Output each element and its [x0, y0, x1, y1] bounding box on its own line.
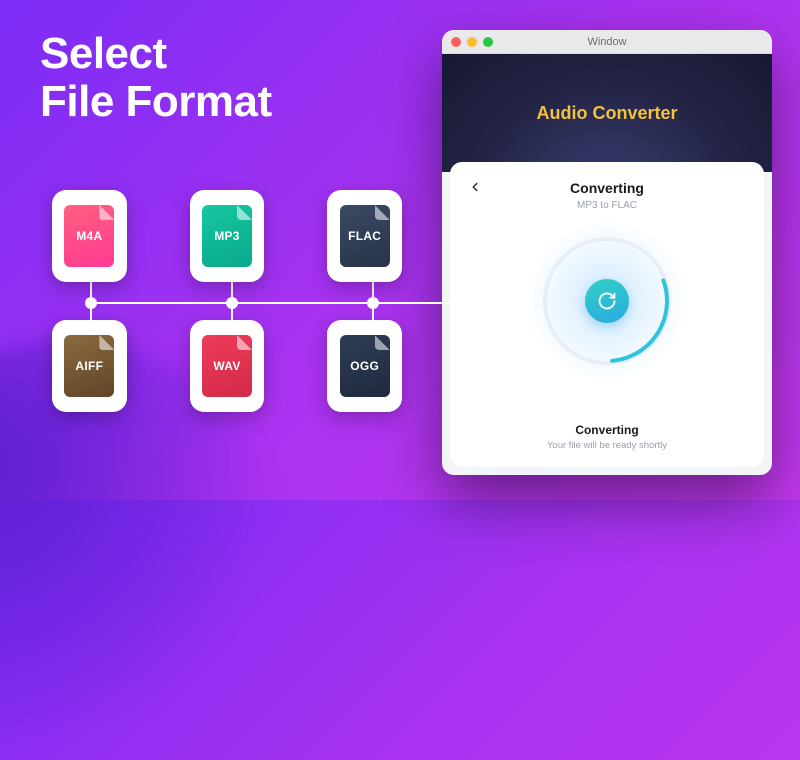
file-icon: MP3 — [202, 205, 252, 267]
card-title: Converting — [570, 180, 644, 196]
format-label: FLAC — [348, 229, 381, 243]
back-button[interactable] — [464, 176, 486, 198]
headline-line-1: Select — [40, 30, 420, 78]
connector-node — [85, 297, 97, 309]
format-label: OGG — [350, 359, 379, 373]
file-icon: OGG — [340, 335, 390, 397]
format-label: AIFF — [75, 359, 103, 373]
format-chip-aiff[interactable]: AIFF — [52, 320, 127, 412]
hero-banner: Audio Converter — [442, 54, 772, 172]
format-chip-m4a[interactable]: M4A — [52, 190, 127, 282]
format-label: WAV — [213, 359, 240, 373]
format-row-2: AIFF WAV OGG — [52, 320, 402, 412]
app-window: Window Audio Converter Converting MP3 to… — [442, 30, 772, 475]
format-label: MP3 — [214, 229, 240, 243]
format-chip-mp3[interactable]: MP3 — [190, 190, 265, 282]
file-icon: FLAC — [340, 205, 390, 267]
card-footer: Converting Your file will be ready short… — [547, 423, 667, 453]
format-row-1: M4A MP3 FLAC — [52, 190, 402, 282]
format-chip-wav[interactable]: WAV — [190, 320, 265, 412]
status-title: Converting — [547, 423, 667, 437]
format-chip-ogg[interactable]: OGG — [327, 320, 402, 412]
headline-line-2: File Format — [40, 78, 420, 126]
refresh-icon — [597, 291, 617, 311]
conversion-card: Converting MP3 to FLAC Converting Your f… — [450, 162, 764, 467]
window-title: Window — [587, 36, 626, 48]
connector-line — [90, 302, 470, 304]
headline: Select File Format — [40, 30, 420, 127]
connector-node — [367, 297, 379, 309]
marketing-panel: Select File Format — [40, 30, 420, 127]
minimize-icon[interactable] — [467, 37, 477, 47]
file-icon: WAV — [202, 335, 252, 397]
format-chip-flac[interactable]: FLAC — [327, 190, 402, 282]
status-subtitle: Your file will be ready shortly — [547, 440, 667, 451]
app-title: Audio Converter — [536, 103, 677, 124]
maximize-icon[interactable] — [483, 37, 493, 47]
progress-spinner — [543, 237, 671, 365]
close-icon[interactable] — [451, 37, 461, 47]
spinner-core — [585, 279, 629, 323]
file-icon: M4A — [64, 205, 114, 267]
connector-node — [226, 297, 238, 309]
format-label: M4A — [76, 229, 102, 243]
window-controls — [451, 37, 493, 47]
card-subtitle: MP3 to FLAC — [577, 200, 637, 211]
file-icon: AIFF — [64, 335, 114, 397]
titlebar: Window — [442, 30, 772, 54]
chevron-left-icon — [468, 180, 482, 194]
